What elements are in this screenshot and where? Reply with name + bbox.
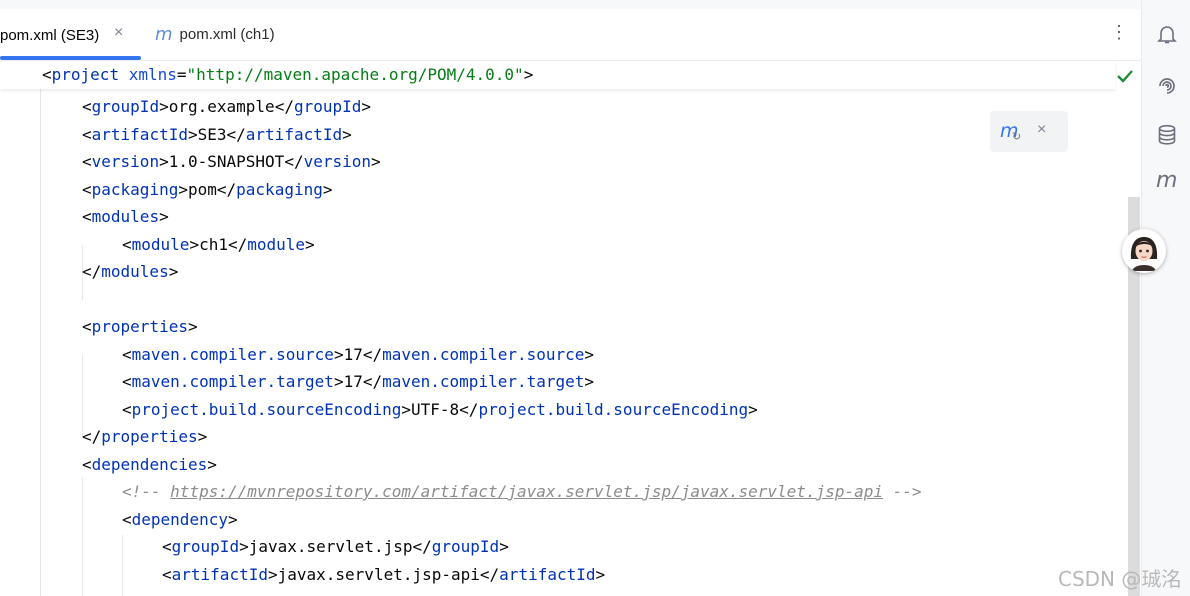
tag-name: modules: [101, 262, 169, 281]
tag-value: UTF-8: [411, 399, 460, 419]
tab-label: pom.xml (ch1): [179, 26, 275, 43]
tag-name: packaging: [236, 179, 323, 199]
tag-value: pom: [187, 179, 217, 199]
tag-name: project.build.sourceEncoding: [478, 399, 749, 419]
tag-value: javax.servlet.jsp: [248, 537, 413, 556]
code-editor[interactable]: <groupId>org.example</groupId> <artifactI…: [0, 61, 1141, 596]
tag-name: properties: [91, 317, 188, 336]
code-line[interactable]: <artifactId>SE3</artifactId>: [82, 121, 352, 148]
database-icon[interactable]: [1156, 124, 1178, 146]
tag-name: packaging: [91, 179, 179, 199]
tag-name: artifactId: [91, 124, 188, 144]
avatar-face-icon: [1123, 230, 1165, 272]
tag-name: version: [303, 152, 372, 171]
tag-name: groupId: [171, 537, 240, 556]
tag-value: javax.servlet.jsp-api: [277, 564, 480, 584]
tag-name: modules: [91, 207, 160, 226]
tag-name: maven.compiler.target: [382, 372, 585, 391]
right-tool-strip: m: [1141, 0, 1190, 596]
code-line[interactable]: <groupId>org.example</groupId>: [82, 93, 371, 120]
tag-value: ch1: [199, 234, 228, 254]
code-line[interactable]: <!-- https://mvnrepository.com/artifact/…: [122, 478, 922, 505]
code-line[interactable]: <module>ch1</module>: [122, 231, 315, 258]
code-line[interactable]: <maven.compiler.target>17</maven.compile…: [122, 368, 594, 395]
tab-pom-se3[interactable]: pom.xml (SE3) ×: [0, 9, 141, 60]
notifications-bell-icon[interactable]: [1156, 23, 1178, 45]
tag-name: dependency: [131, 509, 228, 529]
attr-name: xmlns: [128, 65, 177, 84]
editor-tab-bar: pom.xml (SE3) × m pom.xml (ch1) ⋮: [0, 9, 1141, 61]
tag-name: groupId: [91, 97, 160, 116]
code-line[interactable]: <dependency>: [122, 506, 238, 533]
tag-name: artifactId: [245, 124, 343, 144]
maven-m-icon[interactable]: m: [1156, 170, 1178, 192]
tag-name: project.build.sourceEncoding: [131, 399, 402, 419]
tag-value: SE3: [197, 124, 227, 144]
tag-name: properties: [101, 427, 198, 446]
tag-value: 1.0-SNAPSHOT: [168, 152, 285, 171]
code-line[interactable]: <dependencies>: [82, 451, 217, 478]
equals: =: [176, 65, 187, 84]
code-line[interactable]: </modules>: [82, 258, 178, 285]
code-line[interactable]: <modules>: [82, 203, 169, 230]
attr-value: "http://maven.apache.org/POM/4.0.0": [186, 65, 524, 84]
tab-pom-ch1[interactable]: m pom.xml (ch1): [155, 9, 305, 60]
tag-value: 17: [343, 372, 363, 391]
tag-name: dependencies: [91, 454, 208, 474]
maven-reload-icon[interactable]: m ↻: [1000, 120, 1021, 143]
tag-name: version: [91, 152, 160, 171]
ai-assistant-icon[interactable]: [1156, 74, 1178, 96]
bracket: >: [523, 65, 534, 84]
no-problems-checkmark-icon[interactable]: [1115, 66, 1135, 86]
tag-name: maven.compiler.source: [382, 344, 585, 364]
code-line[interactable]: <version>1.0-SNAPSHOT</version>: [82, 148, 381, 175]
tag-name: module: [247, 234, 306, 254]
tab-close-icon[interactable]: ×: [114, 24, 123, 42]
bracket: <: [42, 65, 52, 84]
code-line[interactable]: <properties>: [82, 313, 198, 340]
maven-reload-popup: m ↻ ×: [990, 111, 1068, 152]
sticky-scroll-header[interactable]: <project xmlns="http://maven.apache.org/…: [0, 61, 1115, 89]
code-line[interactable]: <project.build.sourceEncoding>UTF-8</pro…: [122, 396, 758, 423]
tag-name: groupId: [431, 537, 500, 556]
avatar[interactable]: [1122, 229, 1166, 273]
maven-m-icon: m: [155, 24, 173, 45]
indent-guide-dependencies: [82, 477, 83, 596]
tab-label: pom.xml (SE3): [0, 27, 100, 44]
comment-open: <!--: [122, 482, 171, 501]
indent-guide-dependency: [122, 535, 123, 596]
tag-name: maven.compiler.target: [131, 372, 334, 391]
indent-guide-level-0: [40, 89, 41, 596]
window-top-strip: [0, 0, 1190, 9]
tag-value: org.example: [168, 97, 275, 116]
comment-link: https://mvnrepository.com/artifact/javax…: [170, 482, 883, 501]
active-tab-indicator: [0, 56, 141, 60]
sticky-project-line: <project xmlns="http://maven.apache.org/…: [42, 61, 533, 88]
code-line[interactable]: <packaging>pom</packaging>: [82, 176, 333, 203]
tag-name: artifactId: [171, 564, 268, 584]
code-line[interactable]: <maven.compiler.source>17</maven.compile…: [122, 341, 594, 368]
watermark: CSDN @珹洺: [1058, 567, 1182, 591]
tag-name: project: [51, 65, 120, 84]
comment-close: -->: [883, 482, 922, 501]
code-line[interactable]: </properties>: [82, 423, 207, 450]
more-options-icon[interactable]: ⋮: [1110, 23, 1128, 41]
code-line[interactable]: <artifactId>javax.servlet.jsp-api</artif…: [162, 561, 605, 588]
tag-name: maven.compiler.source: [131, 344, 334, 364]
code-line[interactable]: <groupId>javax.servlet.jsp</groupId>: [162, 533, 509, 560]
tag-name: groupId: [293, 97, 362, 116]
tag-name: module: [131, 234, 190, 254]
tag-value: 17: [343, 344, 363, 364]
close-icon[interactable]: ×: [1037, 121, 1046, 139]
tag-name: artifactId: [499, 564, 596, 584]
